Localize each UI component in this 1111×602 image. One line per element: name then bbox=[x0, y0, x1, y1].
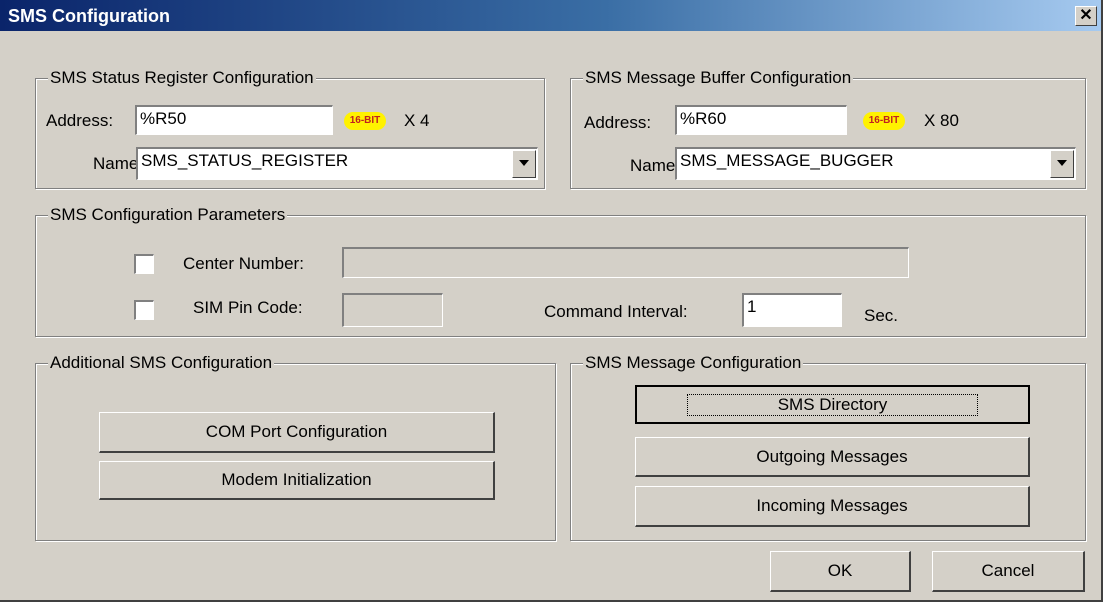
close-icon: ✕ bbox=[1079, 7, 1093, 24]
message-config-legend: SMS Message Configuration bbox=[583, 353, 804, 373]
buffer-multiplier: X 80 bbox=[924, 111, 959, 130]
buffer-16bit-badge: 16-BIT bbox=[863, 112, 905, 130]
incoming-messages-button[interactable]: Incoming Messages bbox=[635, 486, 1030, 527]
buffer-name-value: SMS_MESSAGE_BUGGER bbox=[680, 151, 894, 170]
sms-directory-button[interactable]: SMS Directory bbox=[635, 385, 1030, 424]
status-name-value: SMS_STATUS_REGISTER bbox=[141, 151, 349, 170]
com-port-config-button[interactable]: COM Port Configuration bbox=[99, 412, 495, 453]
chevron-down-icon[interactable] bbox=[1050, 150, 1074, 178]
title-bar[interactable]: SMS Configuration ✕ bbox=[0, 0, 1101, 31]
status-name-combo[interactable]: SMS_STATUS_REGISTER bbox=[136, 147, 538, 180]
modem-init-label: Modem Initialization bbox=[221, 470, 372, 489]
modem-init-button[interactable]: Modem Initialization bbox=[99, 461, 495, 500]
status-address-label: Address: bbox=[46, 111, 114, 130]
incoming-messages-label: Incoming Messages bbox=[756, 496, 908, 515]
parameters-group: SMS Configuration Parameters Center Numb… bbox=[35, 205, 1086, 337]
ok-label: OK bbox=[827, 561, 853, 580]
buffer-address-input[interactable]: %R60 bbox=[675, 105, 847, 135]
command-interval-label: Command Interval: bbox=[544, 302, 688, 321]
message-buffer-legend: SMS Message Buffer Configuration bbox=[583, 68, 854, 88]
sim-pin-checkbox[interactable] bbox=[134, 300, 154, 320]
center-number-checkbox[interactable] bbox=[134, 254, 154, 274]
status-multiplier: X 4 bbox=[404, 111, 430, 130]
cancel-label: Cancel bbox=[981, 561, 1035, 580]
sim-pin-input[interactable] bbox=[342, 293, 443, 327]
sim-pin-label: SIM Pin Code: bbox=[193, 298, 303, 317]
message-config-group: SMS Message Configuration SMS Directory … bbox=[570, 353, 1086, 541]
buffer-name-label: Name: bbox=[630, 156, 681, 175]
ok-button[interactable]: OK bbox=[770, 551, 911, 592]
status-address-input[interactable]: %R50 bbox=[135, 105, 333, 135]
command-interval-input[interactable]: 1 bbox=[742, 293, 842, 327]
center-number-input[interactable] bbox=[342, 247, 909, 278]
outgoing-messages-button[interactable]: Outgoing Messages bbox=[635, 437, 1030, 477]
seconds-label: Sec. bbox=[864, 306, 899, 325]
message-buffer-group: SMS Message Buffer Configuration Address… bbox=[570, 68, 1086, 189]
buffer-name-combo[interactable]: SMS_MESSAGE_BUGGER bbox=[675, 147, 1076, 180]
close-button[interactable]: ✕ bbox=[1075, 6, 1097, 26]
buffer-address-label: Address: bbox=[584, 113, 652, 132]
status-16bit-badge: 16-BIT bbox=[344, 112, 386, 130]
sms-directory-label: SMS Directory bbox=[686, 393, 979, 416]
cancel-button[interactable]: Cancel bbox=[932, 551, 1085, 592]
status-register-group: SMS Status Register Configuration Addres… bbox=[35, 68, 545, 189]
outgoing-messages-label: Outgoing Messages bbox=[756, 446, 908, 466]
additional-config-legend: Additional SMS Configuration bbox=[48, 353, 275, 373]
chevron-down-icon[interactable] bbox=[512, 150, 536, 178]
parameters-legend: SMS Configuration Parameters bbox=[48, 205, 288, 225]
center-number-label: Center Number: bbox=[183, 254, 304, 273]
status-register-legend: SMS Status Register Configuration bbox=[48, 68, 316, 88]
sms-configuration-dialog: SMS Configuration ✕ SMS Status Register … bbox=[0, 0, 1103, 602]
window-title: SMS Configuration bbox=[8, 6, 170, 26]
com-port-config-label: COM Port Configuration bbox=[205, 422, 388, 441]
additional-config-group: Additional SMS Configuration COM Port Co… bbox=[35, 353, 556, 541]
